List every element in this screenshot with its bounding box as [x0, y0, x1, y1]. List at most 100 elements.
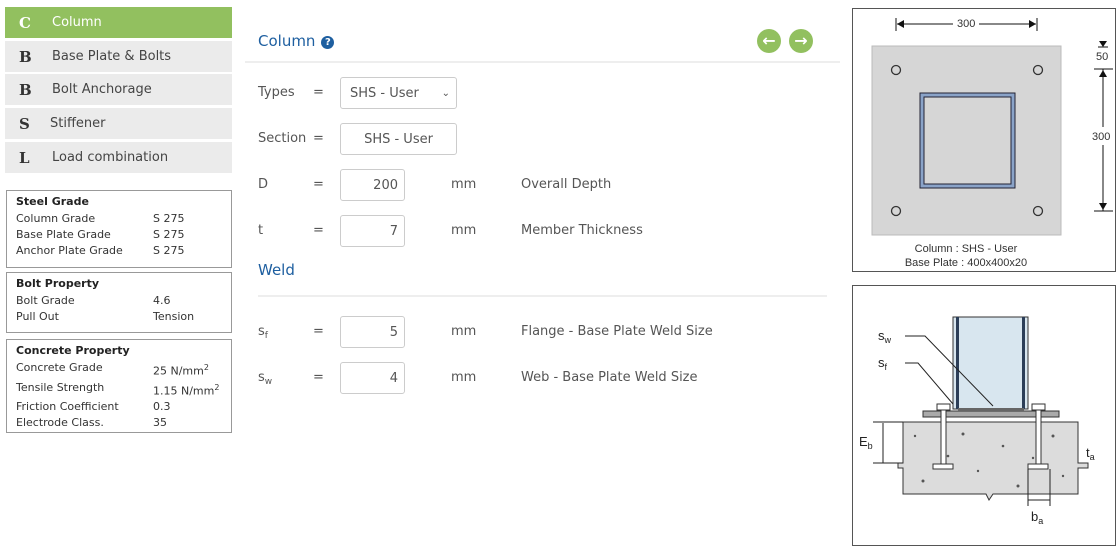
arrow-right-circle-icon[interactable]: →	[789, 29, 813, 53]
equals-sign: =	[313, 131, 324, 146]
flange-weld-input[interactable]: 5	[340, 316, 405, 348]
property-row: Tensile Strength 1.15 N/mm2	[16, 380, 222, 400]
panel-title: Concrete Property	[16, 344, 130, 357]
equals-sign: =	[313, 177, 324, 192]
question-circle-icon[interactable]: ?	[321, 36, 335, 49]
weld-elevation-diagram: sw sf Eb ta ba	[852, 285, 1116, 546]
d-label: D	[258, 177, 269, 192]
depth-value: 200	[373, 177, 398, 193]
page-title: Column?	[258, 32, 335, 50]
equals-sign: =	[313, 324, 324, 339]
sw-label: sw	[258, 370, 272, 387]
nav-letter: S	[19, 114, 30, 133]
divider	[258, 295, 827, 297]
section-field[interactable]: SHS - User	[340, 123, 457, 155]
unit-label: mm	[451, 177, 477, 192]
property-key: Column Grade	[16, 212, 96, 225]
property-value: S 275	[153, 244, 185, 257]
flange-weld-value: 5	[389, 324, 398, 340]
equals-sign: =	[313, 370, 324, 385]
property-key: Electrode Class.	[16, 416, 104, 430]
sidebar-item-column[interactable]: C Column	[5, 7, 232, 39]
chevron-down-icon: ⌄	[441, 87, 450, 99]
depth-input[interactable]: 200	[340, 169, 405, 201]
thickness-description: Member Thickness	[521, 223, 643, 238]
property-row: Electrode Class. 35	[16, 415, 222, 431]
property-key: Anchor Plate Grade	[16, 244, 123, 257]
dim-top-label: 300	[957, 18, 975, 30]
property-value: 1.15 N/mm2	[153, 380, 219, 400]
property-key: Bolt Grade	[16, 294, 75, 307]
sf-label: sf	[258, 324, 268, 341]
nav-label: Bolt Anchorage	[52, 82, 152, 97]
concrete-foundation	[897, 421, 1089, 501]
unit-label: mm	[451, 370, 477, 385]
property-row: Base Plate Grade S 275	[16, 227, 222, 243]
property-key: Pull Out	[16, 310, 59, 323]
column-elevation	[952, 316, 1029, 410]
superscript: 2	[203, 363, 209, 372]
equals-sign: =	[313, 85, 324, 100]
property-key: Tensile Strength	[16, 380, 105, 394]
page-title-text: Column	[258, 32, 316, 50]
property-value: 4.6	[153, 294, 171, 307]
web-weld-description: Web - Base Plate Weld Size	[521, 370, 698, 385]
bolt-property-panel: Bolt Property Bolt Grade 4.6 Pull Out Tens…	[6, 272, 232, 333]
property-value: Tension	[153, 310, 195, 323]
nav-label: Load combination	[52, 150, 169, 165]
flange-weld-description: Flange - Base Plate Weld Size	[521, 324, 713, 339]
label-subscript: f	[264, 331, 268, 341]
caption-base-plate: Base Plate : 400x400x20	[905, 257, 1027, 269]
property-row: Column Grade S 275	[16, 211, 222, 227]
web-weld-input[interactable]: 4	[340, 362, 405, 394]
unit-label: mm	[451, 324, 477, 339]
nav-letter: B	[19, 80, 32, 99]
sidebar-item-stiffener[interactable]: S Stiffener	[5, 108, 232, 140]
sidebar-item-base-plate-bolts[interactable]: B Base Plate & Bolts	[5, 41, 232, 73]
property-value: 25 N/mm2	[153, 360, 209, 380]
sw-label: sw	[878, 328, 892, 345]
sidebar-item-load-combination[interactable]: L Load combination	[5, 142, 232, 174]
nav-label: Stiffener	[50, 116, 106, 131]
weld-heading: Weld	[258, 261, 295, 279]
ta-label: ta	[1086, 445, 1095, 462]
unit-label: mm	[451, 223, 477, 238]
section-label: Section	[258, 131, 307, 146]
base-plate-plan-diagram: 300 50 300 Column : SHS - User Base Plat…	[852, 8, 1116, 272]
eb-label: Eb	[859, 434, 873, 451]
property-row: Pull Out Tension	[16, 309, 222, 325]
sidebar-item-bolt-anchorage[interactable]: B Bolt Anchorage	[5, 74, 232, 106]
property-row: Bolt Grade 4.6	[16, 293, 222, 309]
nav-label: Column	[52, 15, 102, 30]
concrete-property-panel: Concrete Property Concrete Grade 25 N/mm2…	[6, 339, 232, 433]
label-subscript: w	[264, 377, 273, 387]
nav-letter: L	[19, 148, 30, 167]
property-key: Concrete Grade	[16, 361, 103, 374]
sf-label: sf	[878, 355, 888, 372]
equals-sign: =	[313, 223, 324, 238]
thickness-input[interactable]: 7	[340, 215, 405, 247]
property-value: 35	[153, 416, 167, 430]
types-select-value: SHS - User	[350, 85, 419, 101]
types-select[interactable]: SHS - User ⌄	[340, 77, 457, 109]
label-text: s	[258, 370, 265, 385]
dim-edge-label: 50	[1096, 51, 1108, 63]
section-value: SHS - User	[364, 131, 433, 147]
types-label: Types	[258, 85, 295, 100]
panel-title: Bolt Property	[16, 277, 100, 290]
dim-side-label: 300	[1092, 131, 1110, 143]
caption-column: Column : SHS - User	[915, 243, 1018, 255]
ba-label: ba	[1031, 509, 1043, 526]
property-value: 0.3	[153, 400, 171, 414]
property-value: S 275	[153, 212, 185, 225]
nav-letter: C	[19, 13, 31, 32]
nav-letter: B	[19, 47, 32, 66]
nav-label: Base Plate & Bolts	[52, 49, 172, 64]
property-key: Friction Coefficient	[16, 400, 119, 414]
value-text: 1.15 N/mm	[153, 384, 215, 398]
steel-grade-panel: Steel Grade Column Grade S 275 Base Plate…	[6, 190, 232, 268]
property-value: S 275	[153, 228, 185, 241]
superscript: 2	[214, 382, 220, 392]
value-text: 25 N/mm	[153, 364, 204, 378]
arrow-left-circle-icon[interactable]: ←	[757, 29, 781, 53]
